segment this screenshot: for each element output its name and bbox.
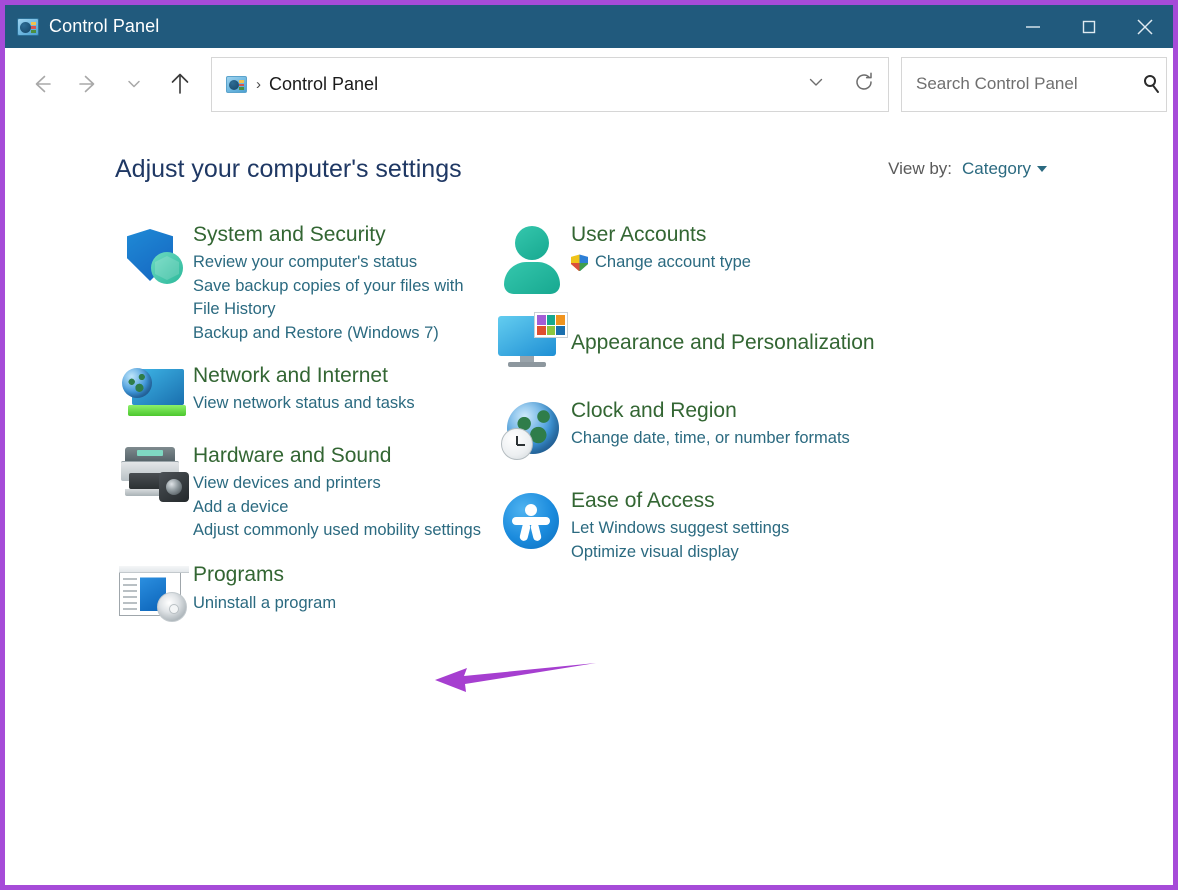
category-title-ease-of-access[interactable]: Ease of Access [571,488,965,514]
breadcrumb-control-panel[interactable]: Control Panel [269,74,378,95]
chevron-down-icon [805,71,827,98]
category-column-right: User Accounts Change account type Appear… [485,222,965,648]
search-icon[interactable] [1137,73,1166,95]
window-title: Control Panel [49,16,160,36]
refresh-icon [852,70,876,99]
chevron-down-icon [124,74,144,94]
back-arrow-icon [29,71,55,97]
link-save-backup-file-history[interactable]: Save backup copies of your files with Fi… [193,275,485,322]
link-let-windows-suggest-settings[interactable]: Let Windows suggest settings [571,517,965,540]
category-grid: System and Security Review your computer… [5,200,1173,692]
search-input[interactable] [916,74,1137,94]
address-bar[interactable]: › Control Panel [211,56,889,112]
recent-locations-button[interactable] [111,61,157,107]
page-title: Adjust your computer's settings [115,154,462,183]
forward-arrow-icon [75,71,101,97]
category-user-accounts: User Accounts Change account type [493,222,965,294]
category-title-network-and-internet[interactable]: Network and Internet [193,363,485,389]
appearance-monitor-icon[interactable] [493,308,571,372]
close-button[interactable] [1117,5,1173,48]
control-panel-icon [226,75,247,93]
category-system-and-security: System and Security Review your computer… [115,222,485,345]
category-hardware-and-sound: Hardware and Sound View devices and prin… [115,443,485,543]
refresh-button[interactable] [840,58,888,111]
link-view-network-status[interactable]: View network status and tasks [193,392,485,415]
category-programs: Programs Uninstall a program [115,562,485,623]
up-arrow-icon [167,71,193,97]
breadcrumb-separator: › [256,75,261,93]
category-clock-and-region: Clock and Region Change date, time, or n… [493,398,965,462]
link-backup-and-restore[interactable]: Backup and Restore (Windows 7) [193,322,485,345]
minimize-button[interactable] [1005,5,1061,48]
view-by-label: View by: [888,159,953,178]
caret-down-icon[interactable] [1037,166,1047,172]
user-account-icon[interactable] [493,222,571,294]
link-adjust-mobility-settings[interactable]: Adjust commonly used mobility settings [193,519,485,542]
link-change-account-type[interactable]: Change account type [571,251,965,274]
view-by-control[interactable]: View by: Category [888,159,1047,179]
clock-globe-icon[interactable] [493,398,571,462]
view-by-value[interactable]: Category [962,159,1031,179]
maximize-icon [1079,17,1099,37]
forward-button[interactable] [65,61,111,107]
link-change-date-time-number-formats[interactable]: Change date, time, or number formats [571,427,965,450]
shield-icon[interactable] [115,222,193,288]
annotation-arrow-icon [435,663,596,692]
page-header: Adjust your computer's settings View by:… [5,138,1173,200]
category-title-programs[interactable]: Programs [193,562,485,588]
ease-of-access-icon[interactable] [493,488,571,554]
category-column-left: System and Security Review your computer… [5,222,485,648]
close-icon [1133,15,1157,39]
category-title-appearance-and-personalization[interactable]: Appearance and Personalization [571,330,965,356]
category-title-user-accounts[interactable]: User Accounts [571,222,965,248]
title-bar: Control Panel [5,5,1173,48]
navigation-toolbar: › Control Panel [5,48,1173,120]
printer-camera-icon[interactable] [115,443,193,503]
link-optimize-visual-display[interactable]: Optimize visual display [571,541,965,564]
network-monitor-globe-icon[interactable] [115,363,193,425]
uac-shield-icon [571,254,588,272]
maximize-button[interactable] [1061,5,1117,48]
link-review-computer-status[interactable]: Review your computer's status [193,251,485,274]
window-controls [1005,5,1173,48]
minimize-icon [1023,17,1043,37]
address-dropdown-button[interactable] [792,58,840,111]
category-title-clock-and-region[interactable]: Clock and Region [571,398,965,424]
category-appearance-and-personalization: Appearance and Personalization [493,308,965,372]
category-title-hardware-and-sound[interactable]: Hardware and Sound [193,443,485,469]
control-panel-icon [17,17,39,36]
category-title-system-and-security[interactable]: System and Security [193,222,485,248]
up-button[interactable] [157,61,203,107]
link-uninstall-a-program[interactable]: Uninstall a program [193,592,485,615]
category-network-and-internet: Network and Internet View network status… [115,363,485,425]
link-add-a-device[interactable]: Add a device [193,496,485,519]
category-ease-of-access: Ease of Access Let Windows suggest setti… [493,488,965,564]
back-button[interactable] [19,61,65,107]
link-change-account-type-label: Change account type [595,253,751,272]
link-view-devices-and-printers[interactable]: View devices and printers [193,472,485,495]
search-box[interactable] [901,56,1167,112]
control-panel-window: Control Panel › Control Panel Search Con… [0,0,1178,890]
programs-disc-icon[interactable] [115,562,193,623]
